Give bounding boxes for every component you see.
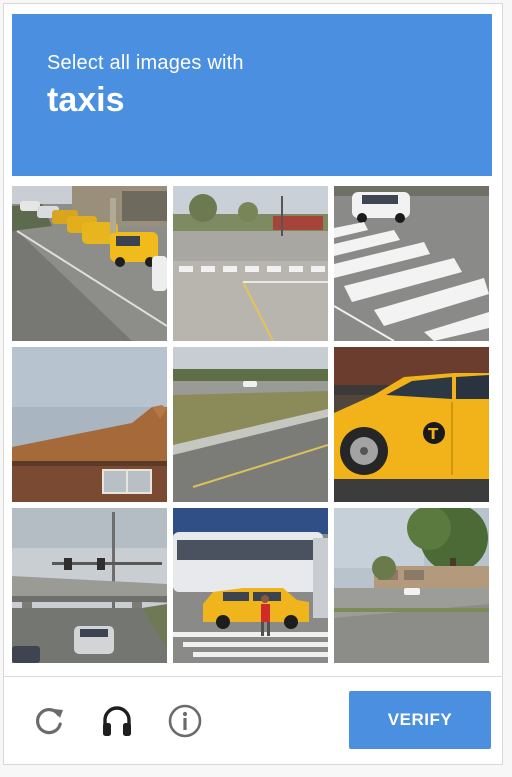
svg-text:T: T [428, 425, 439, 443]
tile-7-image [12, 508, 167, 663]
image-tile-6[interactable]: T [334, 347, 489, 502]
tile-1-image [12, 186, 167, 341]
image-tile-7[interactable] [12, 508, 167, 663]
info-icon[interactable] [165, 701, 205, 741]
reload-icon[interactable] [29, 701, 69, 741]
tile-4-image [12, 347, 167, 502]
tile-3-image [334, 186, 489, 341]
tile-8-image [173, 508, 328, 663]
tile-2-image [173, 186, 328, 341]
captcha-footer: VERIFY [3, 676, 503, 762]
tile-9-image [334, 508, 489, 663]
image-tile-8[interactable] [173, 508, 328, 663]
image-tile-1[interactable] [12, 186, 167, 341]
headphones-icon[interactable] [97, 701, 137, 741]
image-grid: T [12, 186, 492, 666]
instruction-text: Select all images with [47, 52, 244, 74]
image-tile-3[interactable] [334, 186, 489, 341]
image-tile-2[interactable] [173, 186, 328, 341]
tile-5-image [173, 347, 328, 502]
tile-6-image: T [334, 347, 489, 502]
captcha-header: Select all images with taxis [12, 14, 492, 176]
image-tile-4[interactable] [12, 347, 167, 502]
verify-button[interactable]: VERIFY [349, 691, 491, 749]
image-tile-9[interactable] [334, 508, 489, 663]
image-tile-5[interactable] [173, 347, 328, 502]
target-object-text: taxis [47, 81, 125, 119]
